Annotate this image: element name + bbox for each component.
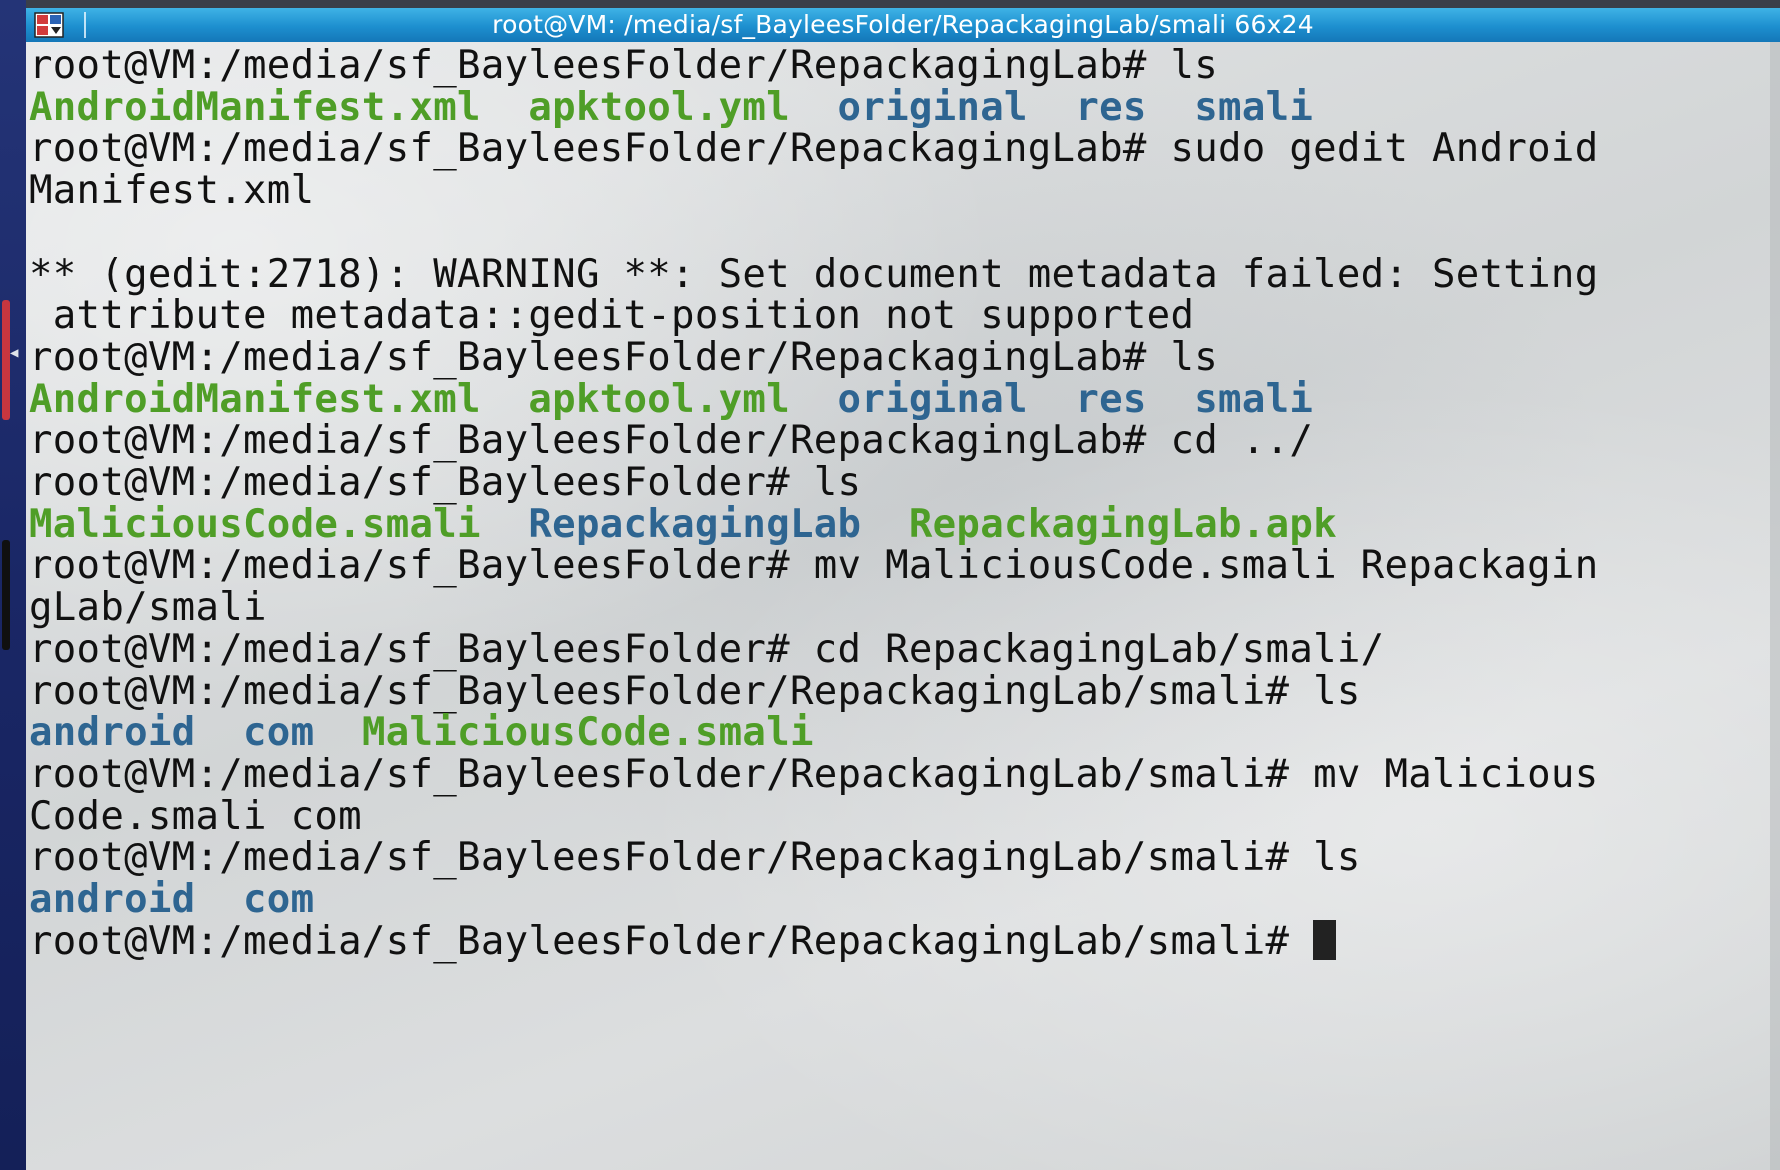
directory-entry: original (837, 376, 1028, 422)
directory-entry: res (1075, 376, 1147, 422)
terminal-line: MaliciousCode.smali RepackagingLab Repac… (29, 501, 1337, 548)
terminal-output[interactable]: root@VM:/media/sf_BayleesFolder/Repackag… (26, 42, 1780, 1170)
terminal-line: root@VM:/media/sf_BayleesFolder/Repackag… (29, 751, 1598, 798)
screen-top-edge (0, 0, 1780, 8)
terminal-text: attribute metadata::gedit-position not s… (29, 293, 1195, 339)
terminal-line: android com MaliciousCode.smali (29, 709, 814, 756)
file-entry: MaliciousCode.smali (29, 501, 481, 547)
terminal-line: gLab/smali (29, 584, 267, 631)
file-entry: apktool.yml (528, 376, 790, 422)
terminal-text: root@VM:/media/sf_BayleesFolder/Repackag… (29, 126, 1599, 172)
file-entry: MaliciousCode.smali (361, 710, 814, 756)
directory-entry: com (243, 877, 315, 922)
text-cursor (1313, 919, 1337, 960)
directory-entry: android (29, 710, 196, 756)
window-titlebar[interactable]: root@VM: /media/sf_BayleesFolder/Repacka… (26, 8, 1780, 42)
side-panel-indicator (2, 300, 10, 420)
directory-entry: smali (1194, 84, 1314, 130)
terminal-line: root@VM:/media/sf_BayleesFolder/Repackag… (29, 125, 1598, 172)
terminal-line: root@VM:/media/sf_BayleesFolder/Repackag… (29, 668, 1361, 715)
terminal-text: root@VM:/media/sf_BayleesFolder/Repackag… (29, 918, 1314, 964)
terminal-line: root@VM:/media/sf_BayleesFolder# mv Mali… (29, 542, 1598, 589)
terminal-line: root@VM:/media/sf_BayleesFolder# cd Repa… (29, 626, 1384, 673)
terminal-line: Manifest.xml (29, 167, 314, 214)
terminal-scrollbar[interactable] (1770, 42, 1780, 1170)
file-entry: AndroidManifest.xml (29, 84, 481, 130)
panel-collapse-arrow-icon[interactable]: ◀ (10, 345, 18, 361)
terminal-line: root@VM:/media/sf_BayleesFolder/Repackag… (29, 42, 1218, 89)
terminal-text: root@VM:/media/sf_BayleesFolder# ls (29, 460, 862, 505)
file-entry: AndroidManifest.xml (29, 376, 481, 422)
terminal-line: root@VM:/media/sf_BayleesFolder/Repackag… (29, 334, 1218, 381)
terminal-text: gLab/smali (29, 585, 267, 631)
directory-entry: smali (1194, 376, 1314, 422)
terminal-text: Code.smali com (29, 793, 362, 839)
desktop-side-panel: ◀ (0, 0, 26, 1170)
file-entry: RepackagingLab.apk (908, 501, 1337, 547)
terminal-line: ** (gedit:2718): WARNING **: Set documen… (29, 251, 1598, 298)
terminal-line: attribute metadata::gedit-position not s… (29, 292, 1194, 339)
window-title: root@VM: /media/sf_BayleesFolder/Repacka… (492, 10, 1314, 39)
terminal-text: root@VM:/media/sf_BayleesFolder# mv Mali… (29, 543, 1599, 589)
directory-entry: res (1075, 84, 1147, 130)
directory-entry: original (837, 84, 1028, 130)
terminal-text: root@VM:/media/sf_BayleesFolder/Repackag… (29, 43, 1218, 88)
terminal-text: ** (gedit:2718): WARNING **: Set documen… (29, 251, 1599, 297)
terminal-line: Code.smali com (29, 793, 362, 840)
terminal-text: root@VM:/media/sf_BayleesFolder/Repackag… (29, 418, 1314, 464)
terminal-line: root@VM:/media/sf_BayleesFolder/Repackag… (29, 417, 1313, 464)
terminal-line: root@VM:/media/sf_BayleesFolder# ls (29, 459, 861, 506)
terminal-line: root@VM:/media/sf_BayleesFolder/Repackag… (29, 918, 1337, 965)
terminal-text: root@VM:/media/sf_BayleesFolder/Repackag… (29, 751, 1599, 797)
terminal-text: root@VM:/media/sf_BayleesFolder/Repackag… (29, 334, 1218, 380)
directory-entry: com (243, 710, 315, 756)
terminal-text: root@VM:/media/sf_BayleesFolder# cd Repa… (29, 626, 1385, 672)
directory-entry: RepackagingLab (528, 501, 862, 547)
terminal-line: android com (29, 876, 314, 923)
terminal-line: AndroidManifest.xml apktool.yml original… (29, 84, 1313, 131)
terminal-text: Manifest.xml (29, 168, 315, 214)
terminal-line: AndroidManifest.xml apktool.yml original… (29, 376, 1313, 423)
terminal-text: root@VM:/media/sf_BayleesFolder/Repackag… (29, 668, 1361, 714)
side-panel-indicator (2, 540, 10, 650)
file-entry: apktool.yml (528, 84, 790, 130)
terminal-text: root@VM:/media/sf_BayleesFolder/Repackag… (29, 835, 1361, 881)
terminal-line: root@VM:/media/sf_BayleesFolder/Repackag… (29, 834, 1361, 881)
terminal-window: root@VM: /media/sf_BayleesFolder/Repacka… (26, 8, 1780, 1170)
directory-entry: android (29, 877, 196, 922)
